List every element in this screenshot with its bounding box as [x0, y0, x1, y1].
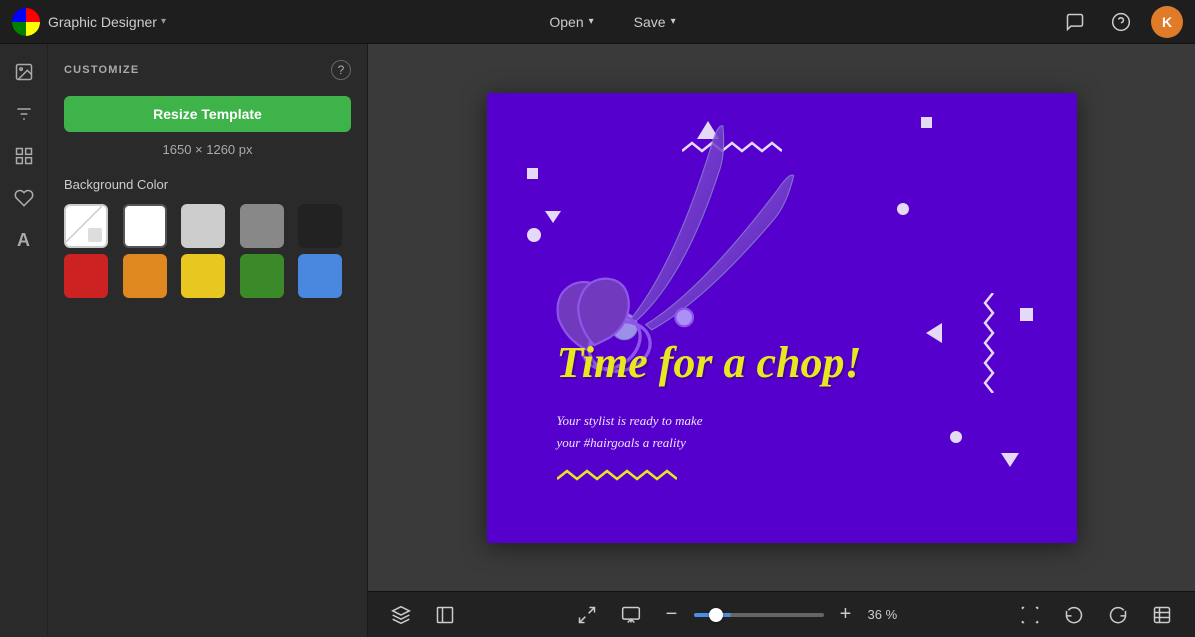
help-icon[interactable] — [1105, 6, 1137, 38]
chevron-down-icon: ▾ — [589, 16, 594, 27]
app-name-label: Graphic Designer — [48, 14, 157, 30]
images-panel-button[interactable] — [6, 54, 42, 90]
swatch-green[interactable] — [240, 254, 284, 298]
resize-view-button[interactable] — [1013, 598, 1047, 632]
panel-header: CUSTOMIZE ? — [64, 60, 351, 80]
swatch-transparent[interactable] — [64, 204, 108, 248]
shape-triangle-3 — [1001, 453, 1019, 467]
bg-color-label: Background Color — [64, 177, 351, 192]
layers-button[interactable] — [384, 598, 418, 632]
redo-button[interactable] — [1101, 598, 1135, 632]
swatch-red[interactable] — [64, 254, 108, 298]
swatch-gray[interactable] — [240, 204, 284, 248]
filters-panel-button[interactable] — [6, 96, 42, 132]
canvas-viewport[interactable]: Time for a chop! Your stylist is ready t… — [368, 44, 1195, 591]
user-avatar[interactable]: K — [1151, 6, 1183, 38]
main-layout: A CUSTOMIZE ? Resize Template 1650 × 126… — [0, 44, 1195, 637]
canvas-headline: Time for a chop! — [557, 339, 1057, 387]
fit-screen-button[interactable] — [570, 598, 604, 632]
scissors-illustration — [517, 103, 847, 523]
present-button[interactable] — [614, 598, 648, 632]
favorites-panel-button[interactable] — [6, 180, 42, 216]
top-nav: Graphic Designer ▾ Open ▾ Save ▾ K — [0, 0, 1195, 44]
resize-template-button[interactable]: Resize Template — [64, 96, 351, 132]
undo-button[interactable] — [1057, 598, 1091, 632]
open-button[interactable]: Open ▾ — [535, 8, 607, 36]
chevron-down-icon: ▾ — [671, 16, 676, 27]
panel-help-button[interactable]: ? — [331, 60, 351, 80]
toolbar-right — [1013, 598, 1179, 632]
shape-square-3 — [1020, 308, 1033, 321]
zoom-out-button[interactable]: − — [658, 598, 686, 632]
save-button[interactable]: Save ▾ — [620, 8, 690, 36]
chevron-down-icon: ▾ — [161, 16, 166, 27]
shape-circle-3 — [950, 431, 962, 443]
text-panel-button[interactable]: A — [6, 222, 42, 258]
more-options-button[interactable] — [1145, 598, 1179, 632]
app-name-menu[interactable]: Graphic Designer ▾ — [48, 14, 166, 30]
nav-right: K — [1059, 6, 1183, 38]
pages-button[interactable] — [428, 598, 462, 632]
color-swatches — [64, 204, 351, 298]
comments-icon[interactable] — [1059, 6, 1091, 38]
canvas-subtext: Your stylist is ready to make your #hair… — [557, 410, 703, 454]
zoom-controls: − + 36 % — [658, 598, 906, 632]
customize-panel: CUSTOMIZE ? Resize Template 1650 × 1260 … — [48, 44, 368, 637]
panel-title: CUSTOMIZE — [64, 64, 139, 76]
zoom-percentage: 36 % — [868, 607, 906, 622]
icon-bar: A — [0, 44, 48, 637]
logo-icon[interactable] — [12, 8, 40, 36]
bottom-toolbar: − + 36 % — [368, 591, 1195, 637]
toolbar-center: − + 36 % — [570, 598, 906, 632]
swatch-light-gray[interactable] — [181, 204, 225, 248]
zigzag-right — [983, 293, 997, 393]
grid-panel-button[interactable] — [6, 138, 42, 174]
dimensions-display: 1650 × 1260 px — [64, 142, 351, 157]
canvas-card[interactable]: Time for a chop! Your stylist is ready t… — [487, 93, 1077, 543]
swatch-black[interactable] — [298, 204, 342, 248]
shape-square-1 — [921, 117, 932, 128]
zoom-in-button[interactable]: + — [832, 598, 860, 632]
swatch-orange[interactable] — [123, 254, 167, 298]
zigzag-bottom — [557, 469, 677, 483]
swatch-yellow[interactable] — [181, 254, 225, 298]
canvas-area: Time for a chop! Your stylist is ready t… — [368, 44, 1195, 637]
swatch-blue[interactable] — [298, 254, 342, 298]
shape-triangle-left — [926, 323, 942, 343]
shape-circle-2 — [897, 203, 909, 215]
toolbar-left — [384, 598, 462, 632]
zoom-slider[interactable] — [694, 613, 824, 617]
swatch-white[interactable] — [123, 204, 167, 248]
nav-center: Open ▾ Save ▾ — [174, 8, 1051, 36]
